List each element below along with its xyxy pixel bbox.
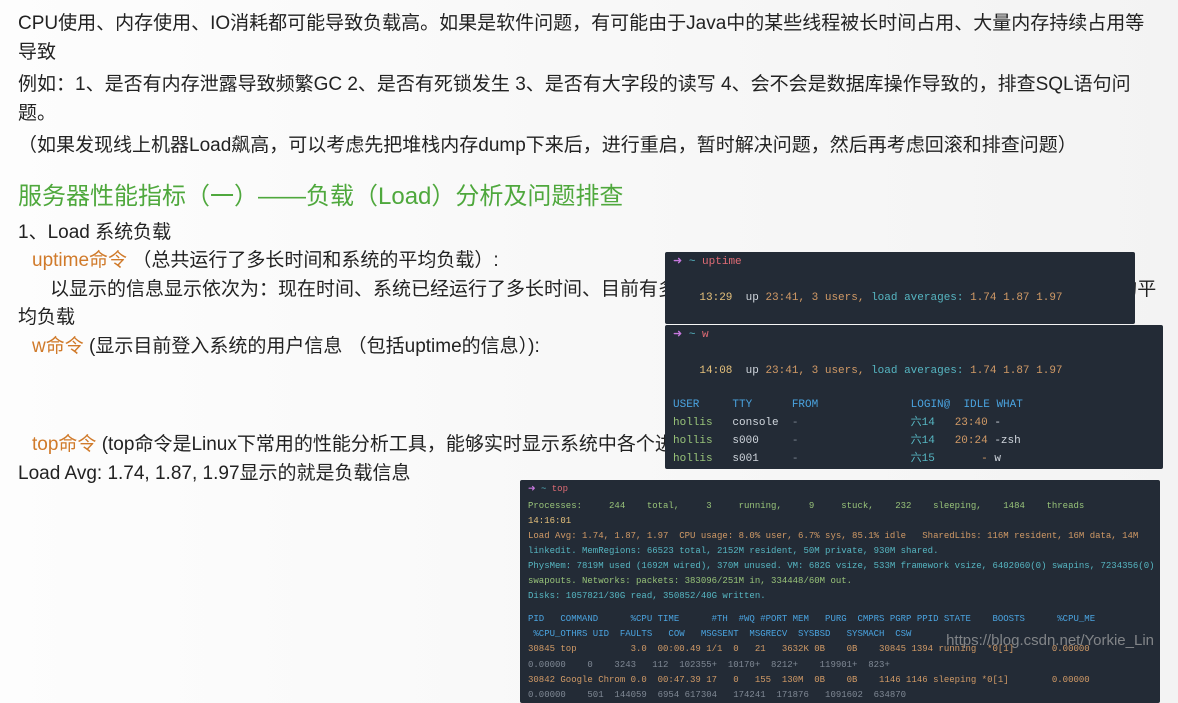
w-row: hollis s001 - 六15 - w	[665, 451, 1163, 469]
uptime-command: uptime	[702, 256, 742, 268]
uptime-la-label: load averages:	[871, 292, 963, 304]
uptime-terminal: ➜ ~ uptime 13:29 up 23:41, 3 users, load…	[665, 252, 1135, 324]
w-desc: (显示目前登入系统的用户信息 （包括uptime的信息）):	[89, 336, 540, 357]
uptime-time: 13:29	[699, 292, 732, 304]
w-command: w	[702, 329, 709, 341]
uptime-la-values: 1.74 1.87 1.97	[970, 292, 1062, 304]
top-row: 0.00000 0 3243 112 102355+ 10170+ 8212+ …	[520, 658, 1160, 673]
w-header: USER TTY FROM LOGIN@ IDLE WHAT	[665, 397, 1163, 415]
uptime-cmd-label: uptime命令	[32, 250, 127, 271]
top-time: 14:16:01	[520, 514, 1160, 529]
top-terminal: ➜ ~ top Processes: 244 total, 3 running,…	[520, 480, 1160, 703]
uptime-up: 23:41,	[765, 292, 805, 304]
top-processes: Processes: 244 total, 3 running, 9 stuck…	[520, 499, 1160, 514]
top-net: swapouts. Networks: packets: 383096/251M…	[520, 574, 1160, 589]
uptime-desc: （总共运行了多长时间和系统的平均负载）:	[132, 250, 498, 271]
top-load-avg: Load Avg: 1.74, 1.87, 1.97 CPU usage: 8.…	[520, 529, 1160, 544]
w-row: hollis s000 - 六14 20:24 -zsh	[665, 433, 1163, 451]
top-command: top	[552, 484, 568, 494]
section-heading: 服务器性能指标（一）——负载（Load）分析及问题排查	[18, 179, 1160, 215]
intro-p3: （如果发现线上机器Load飙高，可以考虑先把堆栈内存dump下来后，进行重启，暂…	[18, 132, 1160, 161]
top-cmd-label: top命令	[32, 434, 96, 455]
w-terminal: ➜ ~ w 14:08 up 23:41, 3 users, load aver…	[665, 325, 1163, 469]
load-title: 1、Load 系统负载	[18, 219, 1160, 248]
top-header2: %CPU_OTHRS UID FAULTS COW MSGSENT MSGREC…	[520, 627, 1160, 642]
intro-p2: 例如：1、是否有内存泄露导致频繁GC 2、是否有死锁发生 3、是否有大字段的读写…	[18, 71, 1160, 128]
top-disk: Disks: 1057821/30G read, 350852/40G writ…	[520, 589, 1160, 604]
w-cmd-label: w命令	[32, 336, 84, 357]
top-mem2: PhysMem: 7819M used (1692M wired), 370M …	[520, 559, 1160, 574]
top-header1: PID COMMAND %CPU TIME #TH #WQ #PORT MEM …	[520, 612, 1160, 627]
top-row: 0.00000 501 144059 6954 617304 174241 17…	[520, 688, 1160, 703]
prompt-arrow: ➜	[673, 256, 682, 268]
prompt-path: ~	[689, 256, 696, 268]
w-row: hollis console - 六14 23:40 -	[665, 415, 1163, 433]
uptime-users: 3 users,	[812, 292, 865, 304]
top-row: 30845 top 3.0 00:00.49 1/1 0 21 3632K 0B…	[520, 642, 1160, 657]
top-row: 30842 Google Chrom 0.0 00:47.39 17 0 155…	[520, 673, 1160, 688]
intro-p1: CPU使用、内存使用、IO消耗都可能导致负载高。如果是软件问题，有可能由于Jav…	[18, 10, 1160, 67]
top-mem1: linkedit. MemRegions: 66523 total, 2152M…	[520, 544, 1160, 559]
